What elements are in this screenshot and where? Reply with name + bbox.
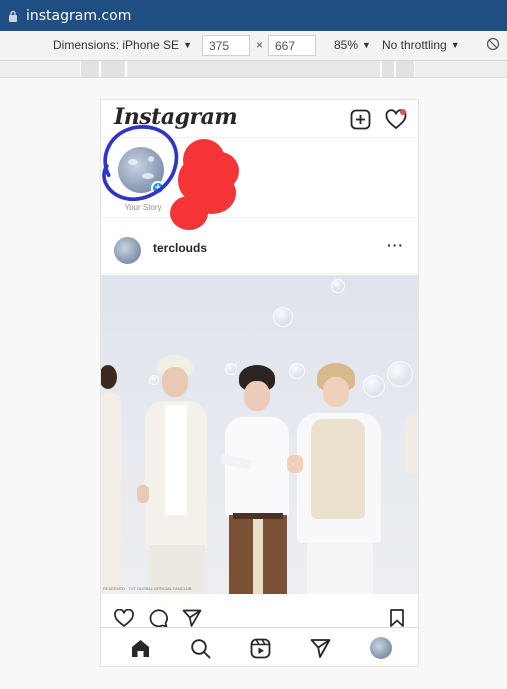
lock-icon [9,10,17,22]
photo-person [101,365,121,594]
dimension-separator: × [256,38,264,52]
photo-person [217,365,297,594]
direct-icon[interactable] [310,638,331,659]
device-dimensions-select[interactable]: Dimensions: iPhone SE ▼ [53,38,192,52]
blue-annotation-circle [102,125,179,201]
post-header: terclouds ··· [101,228,418,274]
media-query-ruler[interactable] [0,61,507,78]
heart-icon[interactable] [385,109,407,130]
chevron-down-icon: ▼ [362,40,371,50]
photo-watermark: RESERVED · TXT GLOBAL OFFICIAL FANCLUB [103,586,192,591]
throttling-select[interactable]: No throttling ▼ [382,38,460,52]
like-heart-icon[interactable] [114,609,134,627]
width-input[interactable]: 375 [202,35,250,56]
zoom-value: 85% [334,38,359,52]
bookmark-icon[interactable] [387,609,407,627]
ruler-segment[interactable] [126,61,381,77]
post-actions [101,594,418,628]
notification-dot [400,109,406,115]
address-bar[interactable]: instagram.com [0,0,507,31]
post-photo[interactable]: RESERVED · TXT GLOBAL OFFICIAL FANCLUB [101,275,418,594]
ruler-segment[interactable] [395,61,415,77]
home-icon[interactable] [130,638,151,659]
photo-person [287,363,383,594]
photo-person [135,355,217,594]
photo-person [403,415,418,594]
ruler-segment[interactable] [381,61,395,77]
more-options-button[interactable]: ··· [387,237,404,253]
ruler-segment[interactable] [100,61,126,77]
url-text[interactable]: instagram.com [26,8,131,24]
chevron-down-icon: ▼ [450,40,460,50]
ruler-segment[interactable] [80,61,100,77]
bottom-navigation [101,627,418,666]
height-input[interactable]: 667 [268,35,316,56]
search-icon[interactable] [190,638,211,659]
throttling-value: No throttling [382,38,447,52]
paper-plane-icon[interactable] [182,609,202,627]
chevron-down-icon: ▼ [183,40,192,50]
new-post-icon[interactable] [350,109,371,130]
device-toolbar: Dimensions: iPhone SE ▼ 375 × 667 85% ▼ … [0,31,507,61]
post-author-avatar[interactable] [114,237,141,264]
device-dimensions-label: Dimensions: iPhone SE [53,38,180,52]
post-author-username[interactable]: terclouds [153,241,207,255]
comment-icon[interactable] [148,609,168,627]
profile-avatar[interactable] [370,637,392,659]
reels-icon[interactable] [250,638,271,659]
rotate-icon[interactable] [486,37,500,51]
zoom-select[interactable]: 85% ▼ [334,38,371,52]
